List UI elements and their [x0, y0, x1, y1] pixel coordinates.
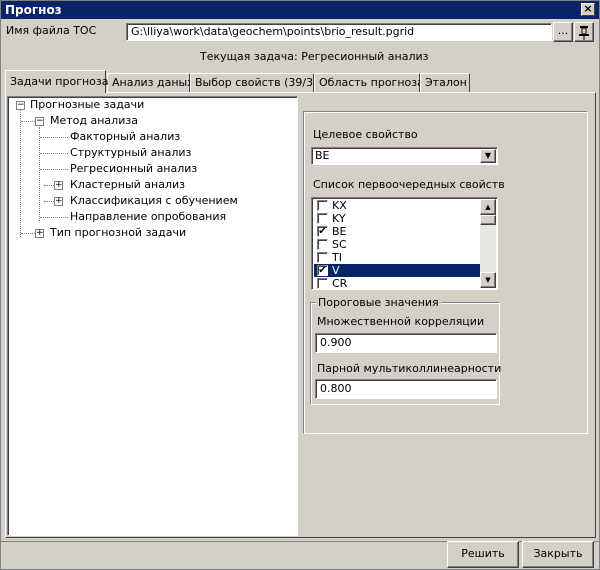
forecast-window: Прогноз × Имя файла ТОС G:\Iliya\work\da… [0, 0, 600, 570]
collapse-icon[interactable]: − [35, 117, 44, 126]
pair-multicollinearity-label: Парной мультиколлинеарности [317, 362, 502, 375]
item-label: V [332, 264, 340, 277]
priority-list-label: Список первоочередных свойств [313, 178, 505, 191]
check-icon: ✔ [318, 265, 327, 276]
tree-guide [40, 137, 68, 138]
tree-node-cluster-analysis[interactable]: Кластерный анализ [70, 177, 185, 193]
tree-guide [40, 153, 68, 154]
list-item[interactable]: SC [314, 238, 482, 251]
item-label: KY [332, 212, 346, 225]
collapse-icon[interactable]: − [16, 101, 25, 110]
checkbox[interactable] [317, 252, 328, 263]
expand-icon[interactable]: + [54, 181, 63, 190]
file-path-value: G:\Iliya\work\data\geochem\points\brio_r… [131, 25, 415, 38]
checkbox[interactable] [317, 239, 328, 250]
tree-guide [40, 217, 68, 218]
tree-guide [21, 233, 35, 234]
tree-guide [39, 127, 40, 221]
multi-correlation-value: 0.900 [320, 336, 352, 349]
task-tree[interactable]: − Прогнозные задачи − Метод анализа Факт… [7, 96, 298, 536]
scroll-down-button[interactable]: ▼ [480, 272, 496, 288]
browse-button[interactable]: ... [553, 22, 573, 42]
tab-forecast-tasks[interactable]: Задачи прогноза [5, 70, 109, 93]
tab-property-selection[interactable]: Выбор свойств (39/39) [190, 73, 324, 92]
pair-multicollinearity-value: 0.800 [320, 382, 352, 395]
tab-label: Эталон [425, 76, 467, 89]
scroll-up-button[interactable]: ▲ [480, 199, 496, 215]
tab-data-analysis[interactable]: Анализ даных [107, 73, 194, 92]
title-bar: Прогноз × [1, 1, 599, 19]
tree-guide [44, 185, 54, 186]
list-item[interactable]: KX [314, 199, 482, 212]
solve-label: Решить [461, 547, 505, 560]
close-icon: × [583, 2, 593, 15]
target-property-select[interactable]: BE ▼ [311, 147, 498, 165]
dropdown-button[interactable]: ▼ [480, 149, 496, 163]
list-item[interactable]: CR [314, 277, 482, 290]
thresholds-title: Пороговые значения [316, 296, 441, 309]
tab-label: Выбор свойств (39/39) [195, 76, 325, 89]
tree-node-supervised-classification[interactable]: Классификация с обучением [70, 193, 238, 209]
tab-label: Анализ даных [112, 76, 194, 89]
tree-guide [40, 169, 68, 170]
expand-icon[interactable]: + [54, 197, 63, 206]
list-item[interactable]: KY [314, 212, 482, 225]
pin-button[interactable] [574, 22, 594, 42]
target-property-label: Целевое свойство [313, 128, 418, 141]
close-label: Закрыть [533, 547, 583, 560]
tab-label: Область прогноза [319, 76, 424, 89]
pair-multicollinearity-input[interactable]: 0.800 [315, 379, 497, 399]
checkbox[interactable] [317, 213, 328, 224]
close-button[interactable]: Закрыть [522, 541, 594, 568]
file-label: Имя файла ТОС [6, 24, 97, 37]
checkbox[interactable] [317, 278, 328, 289]
browse-label: ... [557, 24, 569, 37]
list-scrollbar[interactable]: ▲ ▼ [480, 199, 496, 288]
tree-node-regression-analysis[interactable]: Регресионный анализ [70, 161, 197, 177]
tab-forecast-area[interactable]: Область прогноза [314, 73, 424, 92]
item-label: KX [332, 199, 347, 212]
item-label: TI [332, 251, 342, 264]
tree-guide [21, 121, 35, 122]
pin-icon [579, 26, 589, 40]
list-item[interactable]: TI [314, 251, 482, 264]
multi-correlation-input[interactable]: 0.900 [315, 333, 497, 353]
multi-correlation-label: Множественной корреляции [317, 315, 485, 328]
list-item-selected[interactable]: ✔ V [314, 264, 482, 277]
chevron-down-icon: ▼ [484, 151, 492, 160]
current-task-label: Текущая задача: Регресионный анализ [200, 50, 429, 63]
target-property-value: BE [315, 149, 330, 162]
tab-reference[interactable]: Эталон [420, 73, 470, 92]
checkbox[interactable]: ✔ [317, 226, 328, 237]
item-label: BE [332, 225, 347, 238]
check-icon: ✔ [318, 226, 327, 237]
tree-node-structural-analysis[interactable]: Структурный анализ [70, 145, 191, 161]
file-path-field[interactable]: G:\Iliya\work\data\geochem\points\brio_r… [126, 23, 552, 41]
list-item[interactable]: ✔ BE [314, 225, 482, 238]
tree-guide [44, 201, 54, 202]
checkbox[interactable]: ✔ [317, 265, 328, 276]
close-window-button[interactable]: × [581, 3, 595, 16]
window-title: Прогноз [5, 3, 62, 17]
expand-icon[interactable]: + [35, 229, 44, 238]
arrow-down-icon: ▼ [485, 276, 491, 284]
priority-properties-list[interactable]: KX KY ✔ BE SC TI ✔ V CR ▲ ▼ [311, 197, 498, 290]
tree-guide [20, 110, 21, 237]
item-label: CR [332, 277, 348, 290]
item-label: SC [332, 238, 347, 251]
scroll-thumb[interactable] [480, 215, 496, 225]
tab-label: Задачи прогноза [10, 75, 109, 88]
tree-node-sampling-direction[interactable]: Направление опробования [70, 209, 226, 225]
checkbox[interactable] [317, 200, 328, 211]
tree-node-factor-analysis[interactable]: Факторный анализ [70, 129, 180, 145]
arrow-up-icon: ▲ [485, 203, 491, 211]
tree-node-root[interactable]: Прогнозные задачи [30, 97, 144, 113]
tree-node-task-type[interactable]: Тип прогнозной задачи [50, 225, 186, 241]
solve-button[interactable]: Решить [447, 541, 519, 568]
tree-node-method[interactable]: Метод анализа [50, 113, 138, 129]
